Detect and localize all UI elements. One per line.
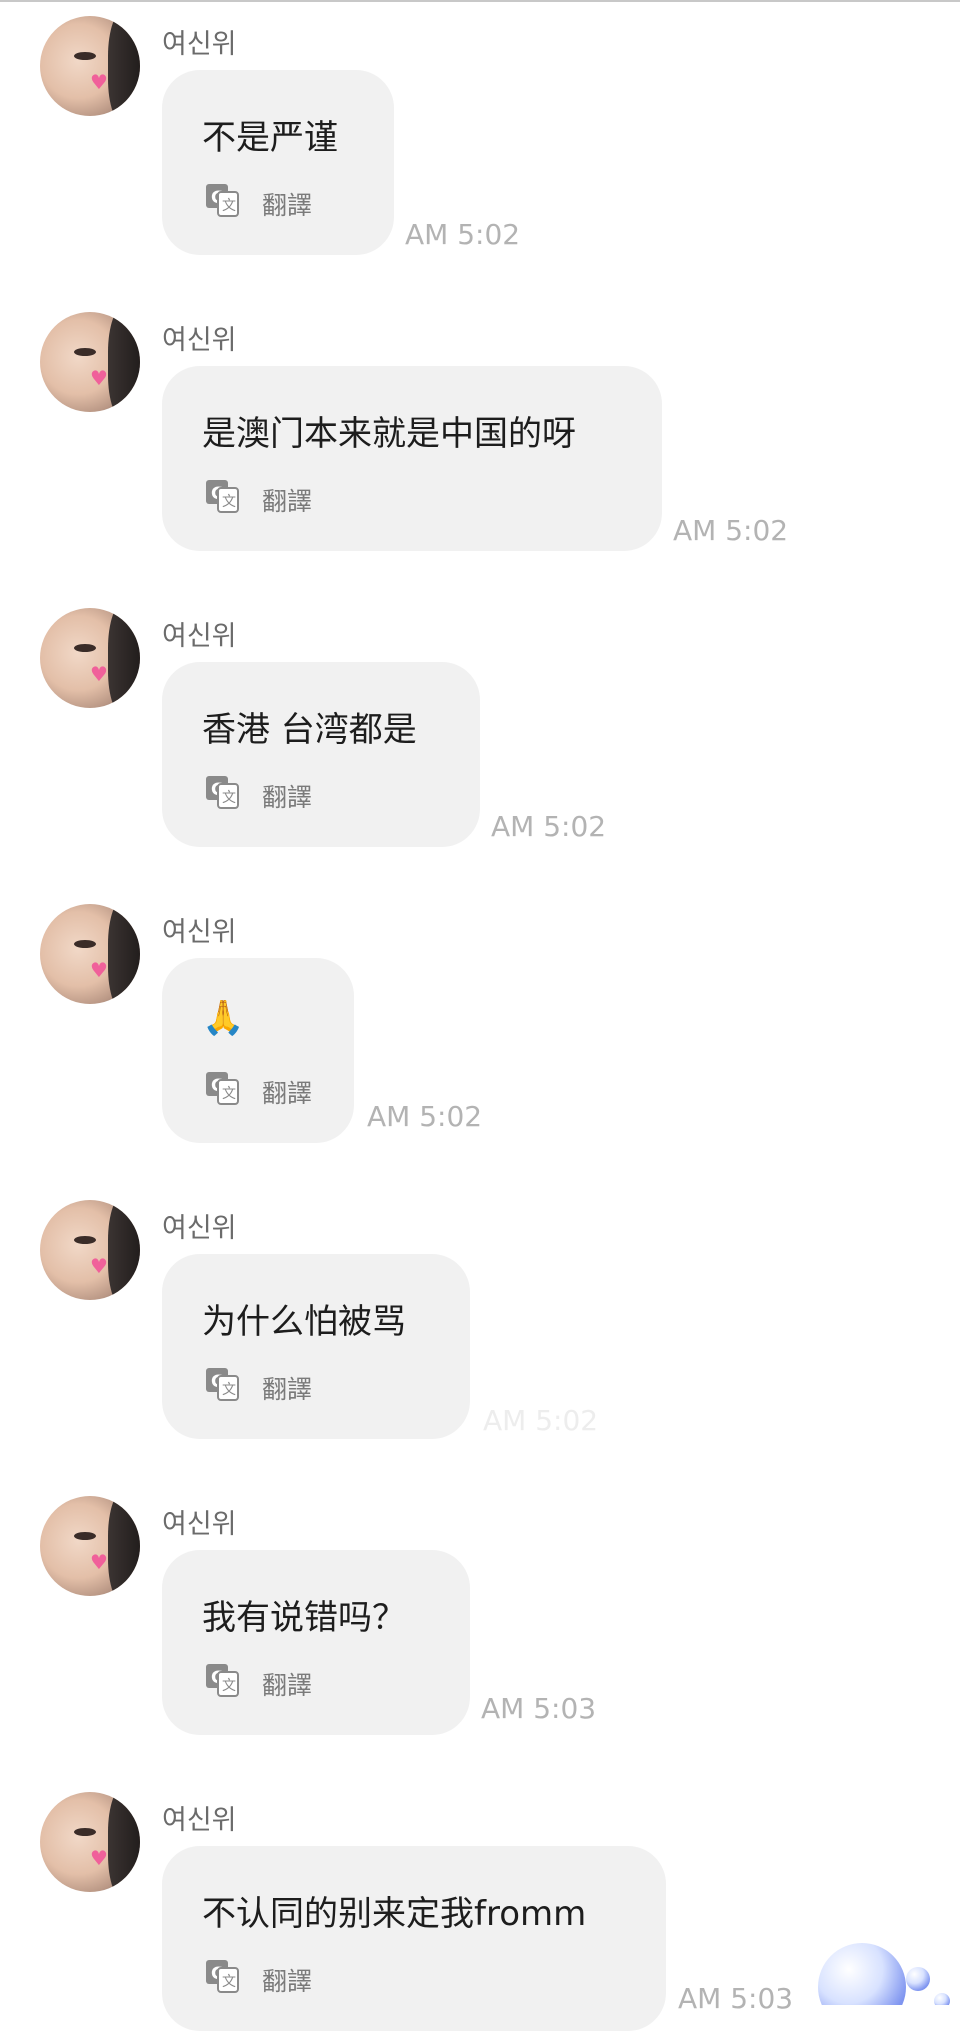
message-text: 香港 台湾都是 xyxy=(202,710,417,750)
sender-name: 여신위 xyxy=(162,1509,237,1540)
avatar[interactable]: ♥ xyxy=(40,1792,140,1892)
message-bubble[interactable]: 是澳门本来就是中国的呀 G 文 翻譯 xyxy=(162,366,662,551)
message-bubble[interactable]: 不认同的别来定我fromm G 文 翻譯 xyxy=(162,1846,666,2031)
translate-button[interactable]: 翻譯 xyxy=(262,1370,312,1406)
chat-message: ♥ 여신위 不是严谨 G 文 翻譯 AM 5:02 xyxy=(0,0,960,296)
message-bubble[interactable]: 我有说错吗？ G 文 翻譯 xyxy=(162,1550,470,1735)
message-text: 不认同的别来定我fromm xyxy=(202,1894,587,1934)
sender-name: 여신위 xyxy=(162,1213,237,1244)
message-time: AM 5:03 xyxy=(678,1982,794,2015)
praying-hands-emoji: 🙏 xyxy=(202,998,245,1038)
svg-text:文: 文 xyxy=(222,1974,236,1990)
svg-text:文: 文 xyxy=(222,1382,236,1398)
sender-name: 여신위 xyxy=(162,621,237,652)
avatar[interactable]: ♥ xyxy=(40,1200,140,1300)
translate-icon[interactable]: G 文 xyxy=(204,1070,240,1106)
translate-icon[interactable]: G 文 xyxy=(204,1958,240,1994)
avatar[interactable]: ♥ xyxy=(40,1496,140,1596)
message-text: 不是严谨 xyxy=(202,118,338,158)
translate-button[interactable]: 翻譯 xyxy=(262,1074,312,1110)
message-bubble[interactable]: 香港 台湾都是 G 文 翻譯 xyxy=(162,662,480,847)
translate-icon[interactable]: G 文 xyxy=(204,478,240,514)
translate-icon[interactable]: G 文 xyxy=(204,1366,240,1402)
translate-button[interactable]: 翻譯 xyxy=(262,1666,312,1702)
svg-text:文: 文 xyxy=(222,1086,236,1102)
message-text: 为什么怕被骂 xyxy=(202,1302,406,1342)
avatar[interactable]: ♥ xyxy=(40,608,140,708)
sender-name: 여신위 xyxy=(162,1805,237,1836)
translate-button[interactable]: 翻譯 xyxy=(262,778,312,814)
message-time: AM 5:02 xyxy=(367,1100,483,1133)
message-bubble[interactable]: 为什么怕被骂 G 文 翻譯 xyxy=(162,1254,470,1439)
translate-button[interactable]: 翻譯 xyxy=(262,1962,312,1998)
bubbles-decoration xyxy=(818,1943,950,2005)
message-text: 我有说错吗？ xyxy=(202,1598,406,1638)
message-bubble[interactable]: 🙏 G 文 翻譯 xyxy=(162,958,354,1143)
translate-icon[interactable]: G 文 xyxy=(204,774,240,810)
sender-name: 여신위 xyxy=(162,917,237,948)
svg-text:文: 文 xyxy=(222,790,236,806)
translate-button[interactable]: 翻譯 xyxy=(262,482,312,518)
chat-message: ♥ 여신위 为什么怕被骂 G 文 翻譯 AM 5:02 xyxy=(0,1184,960,1480)
avatar[interactable]: ♥ xyxy=(40,16,140,116)
sender-name: 여신위 xyxy=(162,29,237,60)
translate-icon[interactable]: G 文 xyxy=(204,182,240,218)
message-time: AM 5:02 xyxy=(491,810,607,843)
message-text: 是澳门本来就是中国的呀 xyxy=(202,414,576,454)
avatar[interactable]: ♥ xyxy=(40,312,140,412)
message-time: AM 5:02 xyxy=(483,1404,599,1437)
avatar[interactable]: ♥ xyxy=(40,904,140,1004)
chat-message: ♥ 여신위 我有说错吗？ G 文 翻譯 AM 5:03 xyxy=(0,1480,960,1776)
message-time: AM 5:02 xyxy=(405,218,521,251)
svg-text:文: 文 xyxy=(222,1678,236,1694)
svg-text:文: 文 xyxy=(222,198,236,214)
svg-text:文: 文 xyxy=(222,494,236,510)
message-bubble[interactable]: 不是严谨 G 文 翻譯 xyxy=(162,70,394,255)
chat-message: ♥ 여신위 🙏 G 文 翻譯 AM 5:02 xyxy=(0,888,960,1184)
message-time: AM 5:03 xyxy=(481,1692,597,1725)
message-time: AM 5:02 xyxy=(673,514,789,547)
translate-button[interactable]: 翻譯 xyxy=(262,186,312,222)
translate-icon[interactable]: G 文 xyxy=(204,1662,240,1698)
chat-message: ♥ 여신위 香港 台湾都是 G 文 翻譯 AM 5:02 xyxy=(0,592,960,888)
sender-name: 여신위 xyxy=(162,325,237,356)
chat-message: ♥ 여신위 是澳门本来就是中国的呀 G 文 翻譯 AM 5:02 xyxy=(0,296,960,592)
